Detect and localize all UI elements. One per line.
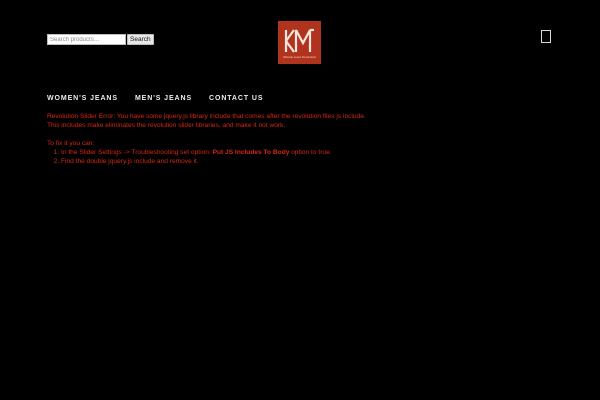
logo-tagline: Ultimate Jeans Destination [282, 56, 317, 59]
nav-item-mens-jeans[interactable]: MEN'S JEANS [135, 95, 192, 102]
fix-intro: To fix it you can: [47, 140, 95, 147]
revolution-slider-error: Revolution Slider Error: You have some j… [47, 112, 567, 166]
fix-step-1: In the Slider Settings -> Troubleshootin… [61, 148, 567, 157]
nav-item-womens-jeans[interactable]: WOMEN'S JEANS [47, 95, 118, 102]
fix-steps-list: In the Slider Settings -> Troubleshootin… [47, 148, 567, 166]
site-logo[interactable]: Ultimate Jeans Destination [278, 21, 321, 64]
search-button[interactable]: Search [127, 34, 154, 45]
fix-step-1-option: Put JS Includes To Body [212, 149, 290, 156]
error-line-2: This includes make eliminates the revolu… [47, 122, 286, 129]
main-nav: WOMEN'S JEANS MEN'S JEANS CONTACT US [47, 95, 280, 102]
search-form: Search [47, 34, 154, 45]
fix-step-2: Find the double jquery.js include and re… [61, 157, 567, 166]
fix-step-1-prefix: In the Slider Settings -> Troubleshootin… [61, 149, 211, 156]
nav-item-contact-us[interactable]: CONTACT US [209, 95, 263, 102]
fix-step-1-suffix: option to true. [291, 149, 332, 156]
cart-icon[interactable] [541, 30, 551, 43]
error-line-1: Revolution Slider Error: You have some j… [47, 113, 366, 120]
search-input[interactable] [47, 34, 126, 45]
